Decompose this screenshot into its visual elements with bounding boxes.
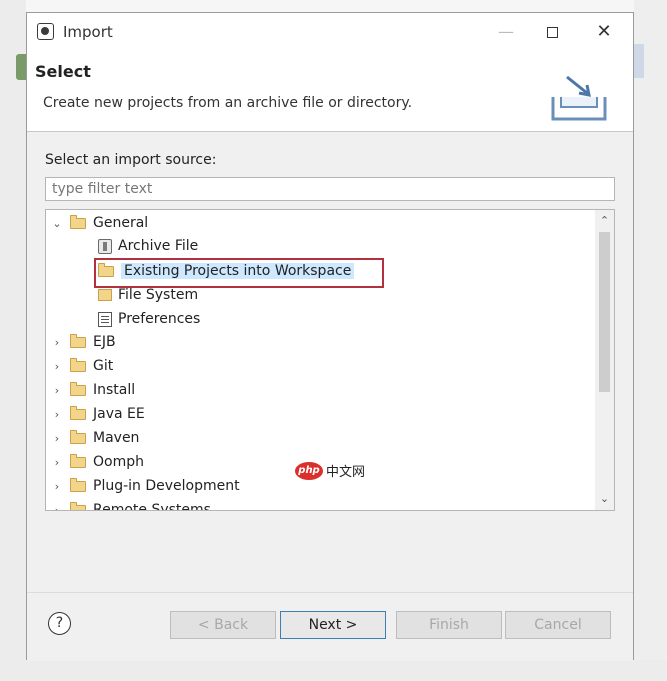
folder-icon (70, 477, 86, 492)
back-button[interactable]: < Back (170, 611, 276, 639)
page-description: Create new projects from an archive file… (43, 95, 413, 111)
finish-button[interactable]: Finish (396, 611, 502, 639)
tree-item-label: EJB (93, 334, 116, 350)
background-window-edge (0, 0, 26, 681)
tree-item-label: Plug-in Development (93, 478, 240, 494)
chevron-right-icon[interactable]: › (50, 504, 64, 511)
tree-item-label: Maven (93, 430, 140, 446)
folder-icon (70, 453, 86, 468)
wizard-header: Select Create new projects from an archi… (27, 51, 633, 132)
tree-item-label: Archive File (118, 238, 199, 254)
tree-item-preferences[interactable]: Preferences (98, 308, 200, 330)
tree-item-install[interactable]: › Install (50, 379, 135, 401)
chevron-right-icon[interactable]: › (50, 456, 64, 469)
close-button[interactable]: ✕ (591, 19, 617, 45)
chevron-right-icon[interactable]: › (50, 408, 64, 421)
maximize-button[interactable] (539, 19, 565, 45)
page-title: Select (35, 62, 91, 81)
eclipse-app-icon (37, 23, 54, 40)
tree-item-label: Remote Systems (93, 502, 211, 511)
background-window-edge-right (634, 0, 667, 681)
chevron-right-icon[interactable]: › (50, 360, 64, 373)
chevron-right-icon[interactable]: › (50, 432, 64, 445)
tree-item-general[interactable]: ⌄ General (50, 212, 148, 234)
import-dialog: Import — ✕ Select Create new projects fr… (26, 12, 634, 661)
annotation-highlight-box (94, 258, 384, 288)
php-cn-watermark: php 中文网 (295, 461, 365, 480)
cancel-button[interactable]: Cancel (505, 611, 611, 639)
tree-item-label: Oomph (93, 454, 144, 470)
tree-item-maven[interactable]: › Maven (50, 427, 139, 449)
tree-item-label: Install (93, 382, 136, 398)
window-title: Import (63, 23, 113, 41)
tree-item-archive-file[interactable]: Archive File (98, 235, 198, 257)
tree-item-label: Git (93, 358, 114, 374)
help-button[interactable]: ? (48, 612, 71, 635)
preferences-icon (98, 311, 112, 327)
tree-item-oomph[interactable]: › Oomph (50, 451, 144, 473)
chevron-right-icon[interactable]: › (50, 336, 64, 349)
folder-icon (70, 429, 86, 444)
archive-file-icon (98, 238, 112, 254)
scroll-thumb[interactable] (599, 232, 610, 392)
background-app-tab (16, 54, 26, 80)
tree-item-plugin-development[interactable]: › Plug-in Development (50, 475, 240, 497)
wizard-content: Select an import source: ⌄ General Archi… (27, 132, 633, 592)
filter-input[interactable] (45, 177, 615, 201)
wizard-footer: ? < Back Next > Finish Cancel (27, 592, 633, 661)
chevron-down-icon[interactable]: ⌄ (50, 217, 64, 230)
file-system-icon (98, 289, 112, 301)
folder-icon (70, 381, 86, 396)
tree-item-label: General (93, 215, 149, 231)
folder-icon (70, 357, 86, 372)
folder-icon (70, 501, 86, 510)
background-scroll-hint (634, 44, 644, 78)
tree-item-git[interactable]: › Git (50, 355, 113, 377)
chevron-right-icon[interactable]: › (50, 480, 64, 493)
import-source-label: Select an import source: (45, 152, 217, 168)
next-button[interactable]: Next > (280, 611, 386, 639)
tree-item-ejb[interactable]: › EJB (50, 331, 116, 353)
scroll-down-icon[interactable]: ⌄ (595, 490, 614, 508)
tree-item-java-ee[interactable]: › Java EE (50, 403, 145, 425)
tree-item-remote-systems[interactable]: › Remote Systems (50, 499, 211, 511)
folder-icon (70, 333, 86, 348)
tree-scrollbar[interactable]: ⌃ ⌄ (595, 210, 614, 510)
chevron-right-icon[interactable]: › (50, 384, 64, 397)
folder-icon (70, 405, 86, 420)
minimize-button[interactable]: — (493, 19, 519, 45)
title-bar: Import — ✕ (27, 13, 633, 51)
import-wizard-banner-icon (551, 75, 607, 121)
tree-item-label: Java EE (93, 406, 145, 422)
scroll-up-icon[interactable]: ⌃ (595, 212, 614, 230)
tree-item-label: Preferences (118, 311, 201, 327)
php-logo: php (295, 461, 323, 480)
watermark-text: 中文网 (326, 465, 366, 480)
maximize-icon (546, 27, 558, 38)
folder-icon (70, 214, 86, 229)
background-bottom-edge (0, 660, 667, 681)
tree-item-label: File System (118, 287, 199, 303)
